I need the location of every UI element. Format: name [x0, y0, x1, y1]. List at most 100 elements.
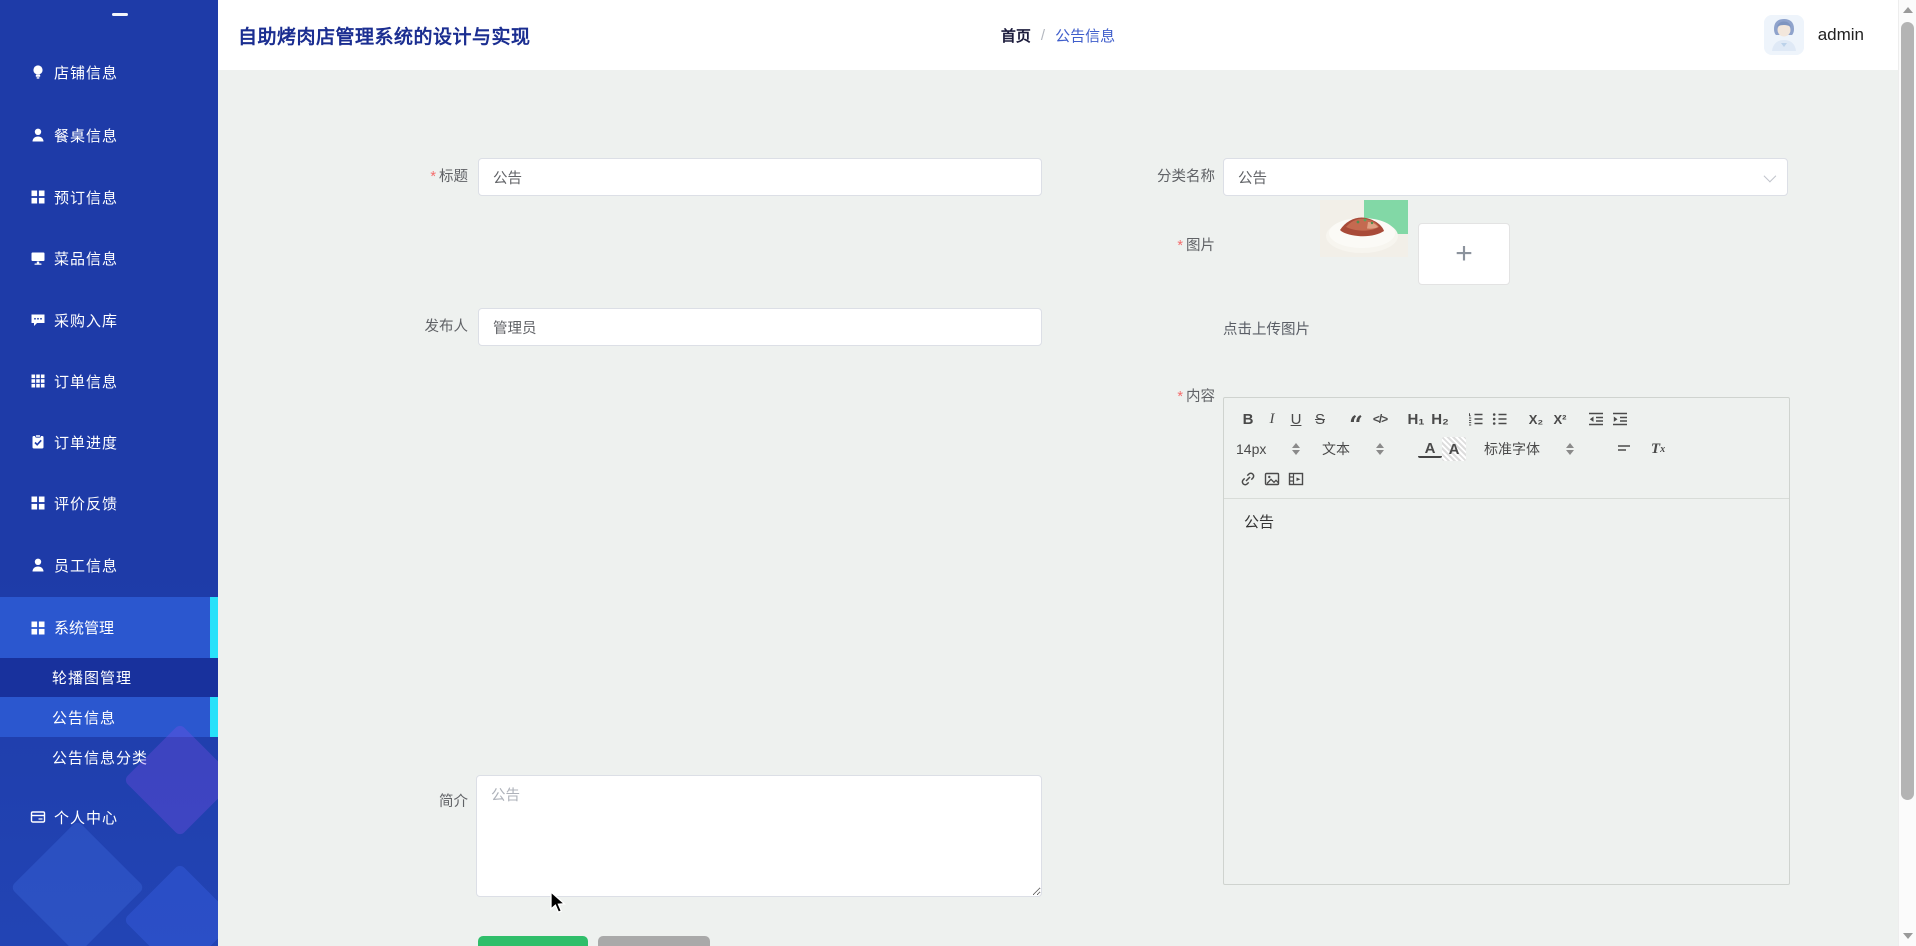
updown-arrows-icon	[1376, 443, 1384, 455]
top-header: 自助烤肉店管理系统的设计与实现 首页 / 公告信息 admin	[218, 0, 1898, 70]
upload-hint-text: 点击上传图片	[1223, 318, 1310, 339]
category-select[interactable]: 公告	[1223, 158, 1788, 196]
sidebar-item-system-management[interactable]: 系统管理	[0, 597, 218, 658]
scroll-up-arrow[interactable]	[1903, 7, 1913, 13]
underline-button[interactable]: U	[1284, 407, 1308, 431]
sidebar-logo-dash	[112, 13, 128, 16]
sidebar-item-booking-info[interactable]: 预订信息	[0, 179, 218, 215]
category-label: 分类名称	[1105, 167, 1215, 187]
chat-icon	[30, 312, 46, 328]
sidebar-item-purchase-inbound[interactable]: 采购入库	[0, 302, 218, 338]
font-family-select[interactable]: 标准字体	[1484, 439, 1592, 459]
breadcrumb-current-link[interactable]: 公告信息	[1055, 25, 1115, 46]
sidebar-item-order-info[interactable]: 订单信息	[0, 363, 218, 399]
blockquote-button[interactable]: “	[1344, 407, 1368, 431]
updown-arrows-icon	[1292, 443, 1300, 455]
breadcrumb: 首页 / 公告信息	[1001, 0, 1115, 70]
submit-button[interactable]	[478, 936, 588, 946]
scroll-down-arrow[interactable]	[1903, 933, 1913, 939]
code-block-button[interactable]: </>	[1368, 407, 1392, 431]
table-icon	[30, 373, 46, 389]
bullet-list-button[interactable]	[1488, 407, 1512, 431]
grid-icon	[30, 495, 46, 511]
editor-toolbar: B I U S “ </> H₁ H₂	[1224, 398, 1789, 499]
sidebar-subitem-label: 公告信息	[52, 707, 116, 728]
sidebar-item-label: 员工信息	[54, 555, 118, 576]
uploaded-image-thumbnail[interactable]	[1320, 200, 1408, 257]
sidebar-item-store-info[interactable]: 店铺信息	[0, 54, 218, 90]
decorative-cube	[123, 863, 218, 946]
sidebar-subitem-label: 公告信息分类	[52, 747, 148, 768]
bold-button[interactable]: B	[1236, 407, 1260, 431]
grid-icon	[30, 189, 46, 205]
sidebar-subitem-label: 轮播图管理	[52, 667, 132, 688]
strikethrough-button[interactable]: S	[1308, 407, 1332, 431]
sidebar-item-feedback[interactable]: 评价反馈	[0, 485, 218, 521]
text-color-button[interactable]: A	[1418, 441, 1442, 458]
indent-decrease-button[interactable]	[1584, 407, 1608, 431]
intro-label: 简介	[358, 792, 468, 812]
publisher-label: 发布人	[358, 317, 468, 337]
sidebar-item-label: 预订信息	[54, 187, 118, 208]
sidebar-item-staff-info[interactable]: 员工信息	[0, 547, 218, 583]
indent-increase-button[interactable]	[1608, 407, 1632, 431]
sidebar-item-label: 订单进度	[54, 432, 118, 453]
align-button[interactable]	[1612, 437, 1636, 461]
background-color-button[interactable]: A	[1442, 437, 1466, 461]
bulb-icon	[30, 64, 46, 80]
plus-icon: +	[1455, 237, 1473, 271]
required-mark: *	[1177, 389, 1183, 405]
font-size-select[interactable]: 14px	[1236, 441, 1308, 457]
chevron-down-icon	[1764, 170, 1777, 183]
link-button[interactable]	[1236, 467, 1260, 491]
sidebar-subitem-carousel-management[interactable]: 轮播图管理	[0, 658, 218, 697]
breadcrumb-home-link[interactable]: 首页	[1001, 25, 1031, 46]
image-upload-button[interactable]: +	[1418, 223, 1510, 285]
page-title: 自助烤肉店管理系统的设计与实现	[238, 0, 531, 70]
image-button[interactable]	[1260, 467, 1284, 491]
subscript-button[interactable]: X₂	[1524, 407, 1548, 431]
publisher-input[interactable]	[478, 308, 1042, 346]
scrollbar-thumb[interactable]	[1901, 22, 1914, 800]
content-label: *内容	[1105, 387, 1215, 407]
app-window: 店铺信息 餐桌信息 预订信息 菜品信息 采购入库	[0, 0, 1916, 946]
clipboard-check-icon	[30, 434, 46, 450]
sidebar-item-order-progress[interactable]: 订单进度	[0, 424, 218, 460]
sidebar-item-label: 评价反馈	[54, 493, 118, 514]
user-icon	[30, 127, 46, 143]
intro-textarea[interactable]	[476, 775, 1042, 897]
user-menu[interactable]: admin	[1764, 0, 1864, 70]
category-select-value: 公告	[1238, 167, 1267, 188]
title-input[interactable]	[478, 158, 1042, 196]
heading1-button[interactable]: H₁	[1404, 407, 1428, 431]
active-accent-bar	[210, 597, 218, 658]
sidebar: 店铺信息 餐桌信息 预订信息 菜品信息 采购入库	[0, 0, 218, 946]
updown-arrows-icon	[1566, 443, 1574, 455]
heading2-button[interactable]: H₂	[1428, 407, 1452, 431]
sidebar-item-dish-info[interactable]: 菜品信息	[0, 240, 218, 276]
user-icon	[30, 557, 46, 573]
sidebar-item-label: 菜品信息	[54, 248, 118, 269]
superscript-button[interactable]: X²	[1548, 407, 1572, 431]
italic-button[interactable]: I	[1260, 407, 1284, 431]
announcement-form: *标题 分类名称 公告 *图片 + 点击上传图片 发布人 *内容	[218, 70, 1898, 946]
ordered-list-button[interactable]	[1464, 407, 1488, 431]
rich-text-editor: B I U S “ </> H₁ H₂	[1223, 397, 1790, 885]
sidebar-item-label: 采购入库	[54, 310, 118, 331]
sidebar-item-label: 订单信息	[54, 371, 118, 392]
page-scrollbar	[1898, 0, 1916, 946]
clear-format-button[interactable]: Tx	[1646, 437, 1670, 461]
sidebar-item-table-info[interactable]: 餐桌信息	[0, 117, 218, 153]
text-style-select[interactable]: 文本	[1322, 439, 1404, 459]
secondary-button[interactable]	[598, 936, 710, 946]
required-mark: *	[1177, 238, 1183, 254]
editor-content-area[interactable]: 公告	[1224, 499, 1789, 891]
decorative-cube	[10, 820, 144, 946]
font-size-value: 14px	[1236, 441, 1266, 457]
video-button[interactable]	[1284, 467, 1308, 491]
sidebar-item-label: 系统管理	[54, 617, 114, 638]
image-label: *图片	[1105, 236, 1215, 256]
card-icon	[30, 809, 46, 825]
breadcrumb-separator: /	[1041, 27, 1045, 44]
required-mark: *	[430, 169, 436, 185]
